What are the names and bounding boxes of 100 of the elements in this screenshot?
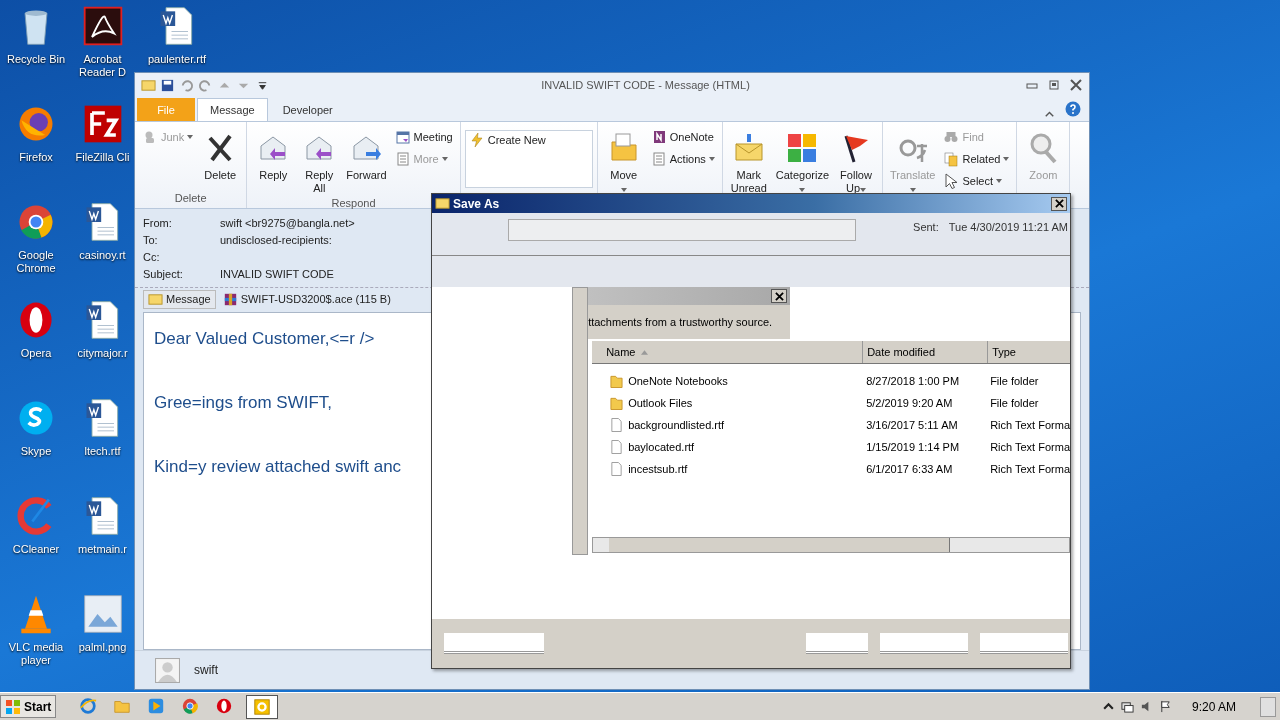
group-label: Delete <box>174 192 207 206</box>
desktop-shortcut[interactable]: FileZilla Cli <box>72 102 133 164</box>
file-icon <box>610 439 624 455</box>
desktop-shortcut[interactable]: Skype <box>0 396 72 458</box>
desktop-shortcut[interactable]: metmain.r <box>72 494 133 556</box>
envelope-icon <box>435 196 450 211</box>
internet-explorer-icon <box>79 696 98 715</box>
table-cell-text: File folder <box>989 397 1040 409</box>
column-header[interactable]: Name <box>592 341 864 363</box>
body-text: Dear Valued Customer,<=r /> <box>154 329 375 349</box>
save-button[interactable] <box>880 633 968 654</box>
tools-button[interactable] <box>806 633 868 654</box>
lightning-icon <box>468 132 485 148</box>
desktop-shortcut[interactable]: casinoy.rt <box>72 200 133 262</box>
table-cell-text: File folder <box>989 375 1040 387</box>
caret-icon <box>441 157 448 161</box>
taskbar-app[interactable] <box>246 694 279 719</box>
folder-icon <box>610 395 624 411</box>
desktop-shortcut[interactable]: Opera <box>0 298 72 360</box>
ribbon-button[interactable]: Categorize <box>772 128 832 197</box>
folder-icon <box>610 373 624 389</box>
ribbon-tab[interactable]: Developer <box>269 98 346 121</box>
table-cell-text: 8/27/2018 1:00 PM <box>865 375 961 387</box>
ribbon-button[interactable]: OneNote <box>647 128 718 146</box>
field-label: Cc: <box>143 251 161 264</box>
field-label: Subject: <box>143 268 184 281</box>
notice-text: ttachments from a trustworthy source. <box>588 315 774 328</box>
envelope-icon <box>141 77 156 93</box>
column-header[interactable]: Date modified <box>863 341 989 363</box>
ribbon-button[interactable]: Actions <box>647 150 718 168</box>
desktop-shortcut[interactable]: citymajor.r <box>72 298 133 360</box>
desktop-shortcut[interactable]: Recycle Bin <box>0 4 72 66</box>
field-value: swift <br9275@bangla.net> <box>220 217 355 230</box>
contact-name: swift <box>194 663 218 677</box>
group-label: Respond <box>331 197 376 209</box>
body-text: Gree=ings from SWIFT, <box>154 393 333 413</box>
desktop-shortcut[interactable]: paulenter.rtf <box>133 4 221 66</box>
more-icon <box>394 151 411 167</box>
table-cell-text: 1/15/2019 1:14 PM <box>865 441 961 453</box>
field-label: To: <box>143 234 159 247</box>
ribbon-button[interactable]: Follow Up <box>834 128 878 197</box>
attachment-tab[interactable]: SWIFT-USD3200$.ace (115 B) <box>217 289 396 309</box>
ribbon-tab[interactable]: Message <box>197 98 268 121</box>
file-name[interactable]: OneNote Notebooks <box>592 373 863 389</box>
table-cell-text: 5/2/2019 9:20 AM <box>865 397 954 409</box>
ribbon-button[interactable]: Related <box>940 150 1013 168</box>
scrollbar[interactable] <box>572 287 589 555</box>
desktop-shortcut[interactable]: CCleaner <box>0 494 72 556</box>
redo-icon[interactable] <box>198 77 213 93</box>
ribbon-button[interactable]: Reply All <box>297 128 342 197</box>
table-cell-text: Rich Text Forma <box>989 419 1070 431</box>
file-name[interactable]: Outlook Files <box>592 395 863 411</box>
caret-icon <box>996 179 1003 183</box>
sent-label: Sent: <box>913 221 939 233</box>
ribbon-button[interactable]: Meeting <box>391 128 456 146</box>
windows-logo-icon <box>5 698 21 715</box>
desktop-shortcut[interactable]: ltech.rtf <box>72 396 133 458</box>
scrollbar[interactable] <box>592 537 1070 553</box>
body-text: Kind=y review attached swift anc <box>154 457 402 477</box>
sent-date: Tue 4/30/2019 11:21 AM <box>948 221 1068 233</box>
start-button[interactable]: Start <box>0 695 57 718</box>
opera-icon <box>215 696 234 715</box>
outlook-icon <box>253 697 272 716</box>
file-name[interactable]: backgroundlisted.rtf <box>592 417 863 433</box>
archive-icon <box>222 292 238 306</box>
envelope-icon <box>148 292 163 306</box>
desktop-shortcut[interactable]: Firefox <box>0 102 72 164</box>
ribbon-button[interactable]: Move <box>601 128 646 197</box>
close-button[interactable] <box>1051 196 1067 211</box>
column-header[interactable]: Type <box>988 341 1070 363</box>
flag-icon[interactable] <box>1158 700 1172 713</box>
cancel-button[interactable] <box>980 633 1068 654</box>
address-bar[interactable] <box>508 219 856 241</box>
file-name[interactable]: baylocated.rtf <box>592 439 863 455</box>
desktop-shortcut[interactable]: Google Chrome <box>0 200 72 275</box>
caret-icon <box>1003 157 1010 161</box>
quick-steps-gallery[interactable]: Create New <box>464 130 593 188</box>
ribbon-button[interactable]: Reply <box>251 128 296 184</box>
file-name[interactable]: incestsub.rtf <box>592 461 863 477</box>
help-icon[interactable] <box>1065 101 1081 117</box>
desktop-shortcut[interactable]: palml.png <box>72 592 133 654</box>
restore-icon[interactable] <box>1047 79 1061 91</box>
close-icon[interactable] <box>1069 79 1083 91</box>
hide-folders-button[interactable] <box>444 633 544 654</box>
field-value: INVALID SWIFT CODE <box>220 268 334 281</box>
attachment-tab[interactable]: Message <box>143 289 216 309</box>
close-button[interactable] <box>771 289 788 303</box>
ribbon-button[interactable]: Delete <box>198 128 243 184</box>
desktop-shortcut[interactable]: VLC media player <box>0 592 72 667</box>
network-icon[interactable] <box>1120 700 1134 713</box>
calendar-icon <box>394 129 411 145</box>
desktop-shortcut[interactable]: Acrobat Reader D <box>72 4 133 79</box>
save-icon[interactable] <box>160 77 175 93</box>
ribbon-button[interactable]: Select <box>940 172 1013 190</box>
ribbon-button[interactable]: Forward <box>343 128 390 184</box>
ribbon-button[interactable]: Mark Unread <box>726 128 771 197</box>
table-cell-text: 6/1/2017 6:33 AM <box>865 463 954 475</box>
show-desktop-button[interactable] <box>1260 696 1276 717</box>
file-icon <box>610 461 624 477</box>
quick-step-item[interactable]: Create New <box>465 131 549 149</box>
